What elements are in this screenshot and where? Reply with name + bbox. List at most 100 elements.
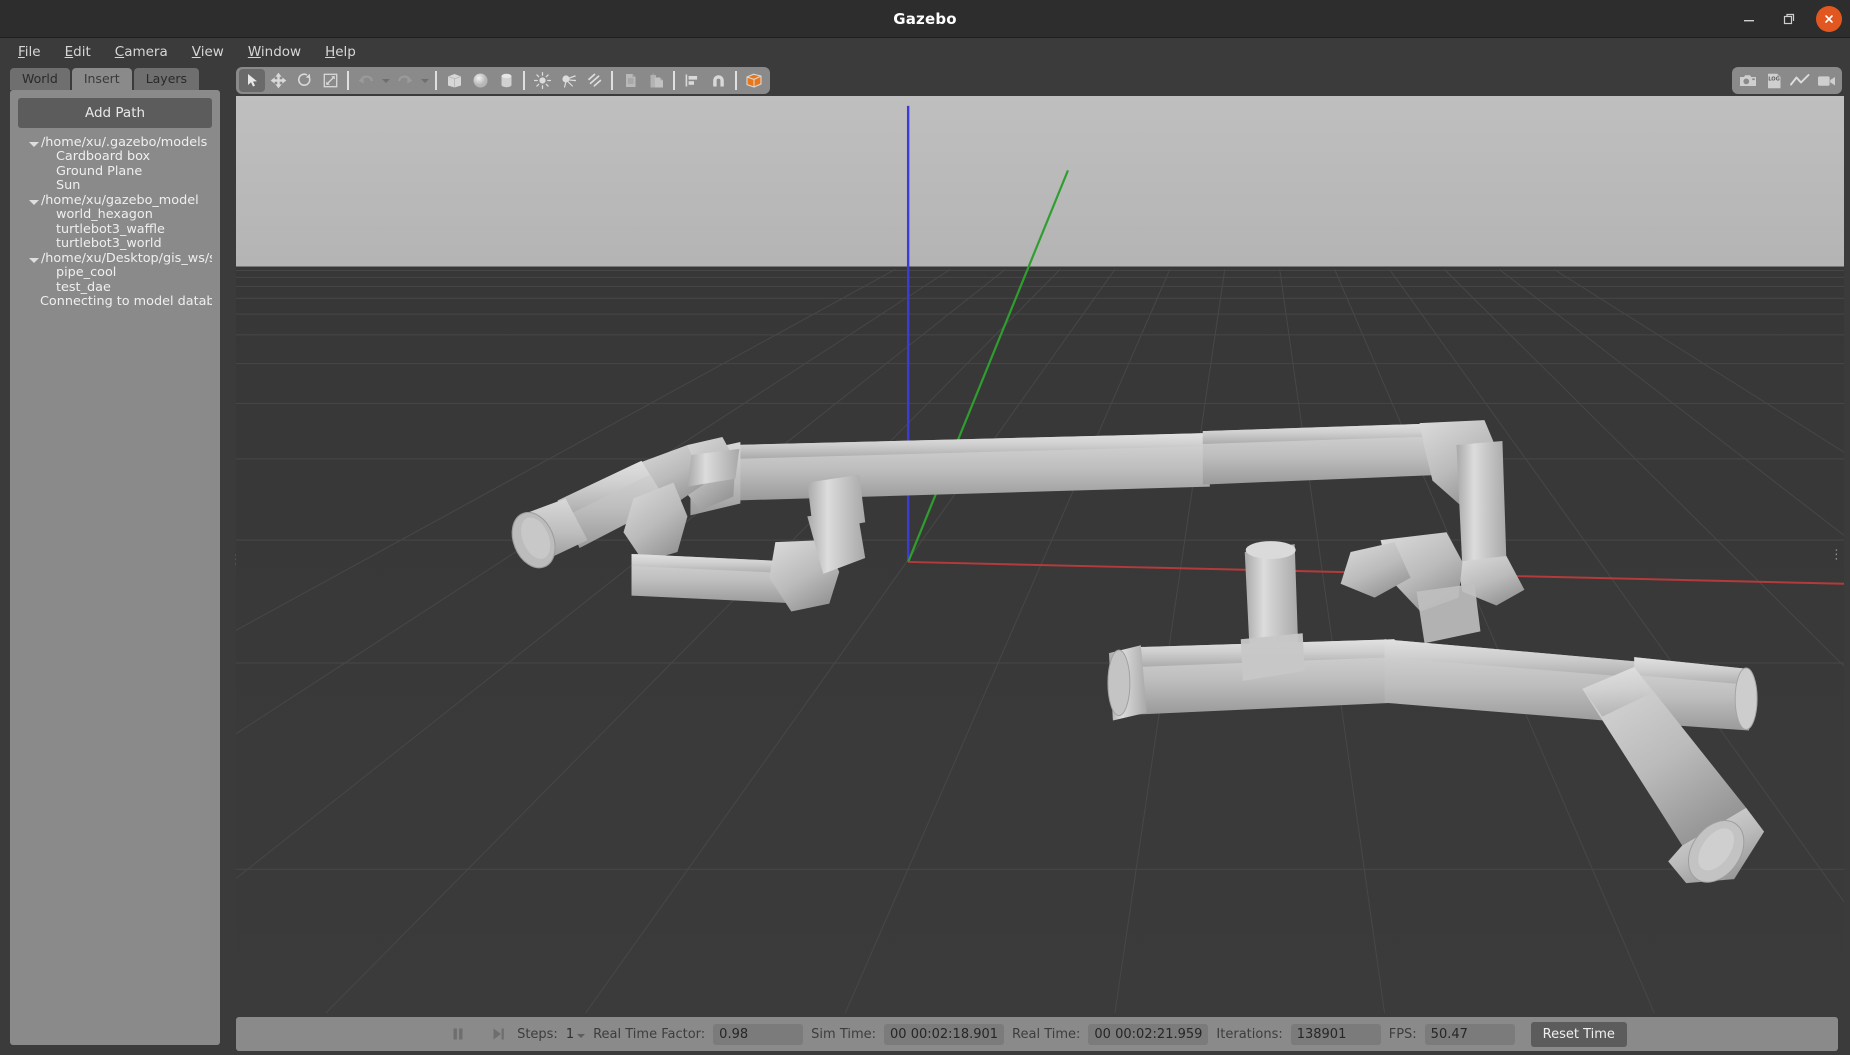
tree-item-test-dae[interactable]: test_dae [18, 281, 212, 296]
gazebo-window: Gazebo File Edit Camera View Window Help… [0, 0, 1850, 1055]
menu-view[interactable]: View [182, 41, 234, 63]
steps-number: 1 [565, 1026, 575, 1042]
toolbar-separator [523, 71, 525, 90]
select-mode-button[interactable] [239, 69, 265, 92]
minimize-button[interactable] [1736, 6, 1762, 32]
tree-item-label: Connecting to model databa... [40, 295, 212, 310]
sim-time-label: Sim Time: [811, 1026, 877, 1042]
close-button[interactable] [1816, 6, 1842, 32]
tree-item-label: test_dae [56, 280, 111, 295]
model-database-status: Connecting to model databa... [18, 295, 212, 311]
menu-camera[interactable]: Camera [105, 41, 178, 63]
toolbar-separator [673, 71, 675, 90]
viewport-grip: ⋮ [1830, 547, 1843, 562]
chevron-down-icon[interactable] [28, 137, 41, 150]
menu-help[interactable]: Help [315, 41, 366, 63]
copy-button[interactable] [617, 69, 643, 92]
tree-item-label: world_hexagon [56, 208, 153, 223]
menu-edit[interactable]: Edit [55, 41, 101, 63]
insert-point-light-button[interactable] [529, 69, 555, 92]
tree-item-label: Sun [56, 179, 81, 194]
log-data-button[interactable]: LOG [1761, 69, 1787, 92]
insert-directional-light-button[interactable] [581, 69, 607, 92]
sim-time-value: 00 00:02:18.901 [884, 1023, 1005, 1045]
insert-sphere-button[interactable] [467, 69, 493, 92]
toolbar-left-group [236, 67, 770, 94]
ground-plane [236, 266, 1844, 1013]
menu-window[interactable]: Window [238, 41, 311, 63]
tree-item-cardboard-box[interactable]: Cardboard box [18, 150, 212, 166]
steps-label: Steps: [517, 1026, 558, 1042]
fps-value: 50.47 [1424, 1023, 1515, 1045]
translate-mode-button[interactable] [265, 69, 291, 92]
redo-button[interactable] [392, 69, 418, 92]
tree-item-turtlebot3-world[interactable]: turtlebot3_world [18, 237, 212, 253]
tree-item-pipe-cool[interactable]: pipe_cool [18, 266, 212, 282]
tab-insert[interactable]: Insert [71, 68, 132, 90]
insert-box-button[interactable] [441, 69, 467, 92]
iterations-label: Iterations: [1216, 1026, 1283, 1042]
tree-item-label: Cardboard box [56, 150, 151, 165]
toolbar-separator [611, 71, 613, 90]
insert-panel: Add Path /home/xu/.gazebo/models Cardboa… [10, 90, 220, 1045]
step-forward-button[interactable] [487, 1023, 509, 1045]
view-angle-button[interactable] [741, 69, 767, 92]
chevron-down-icon[interactable] [28, 195, 41, 208]
svg-text:LOG: LOG [1768, 76, 1780, 82]
reset-time-button[interactable]: Reset Time [1530, 1021, 1627, 1047]
pause-button[interactable] [447, 1023, 469, 1045]
tree-item-turtlebot3-waffle[interactable]: turtlebot3_waffle [18, 223, 212, 238]
3d-viewport[interactable]: ⋮ [236, 96, 1844, 1013]
tree-group[interactable]: /home/xu/.gazebo/models [18, 136, 212, 151]
maximize-button[interactable] [1776, 6, 1802, 32]
tree-group[interactable]: /home/xu/gazebo_model [18, 194, 212, 209]
left-panel: World Insert Layers Add Path /home/xu/.g… [0, 65, 230, 1055]
model-tree: /home/xu/.gazebo/models Cardboard box Gr… [18, 136, 212, 310]
steps-value[interactable]: 1 [565, 1026, 586, 1042]
add-path-button[interactable]: Add Path [18, 98, 212, 128]
align-button[interactable] [679, 69, 705, 92]
plot-window-button[interactable] [1787, 69, 1813, 92]
tree-item-ground-plane[interactable]: Ground Plane [18, 165, 212, 180]
scene-render[interactable] [236, 96, 1844, 1013]
real-time-value: 00 00:02:21.959 [1088, 1023, 1209, 1045]
window-title: Gazebo [893, 9, 957, 28]
insert-spot-light-button[interactable] [555, 69, 581, 92]
tree-item-world-hexagon[interactable]: world_hexagon [18, 208, 212, 224]
paste-button[interactable] [643, 69, 669, 92]
tree-item-label: /home/xu/.gazebo/models [41, 136, 208, 150]
insert-cylinder-button[interactable] [493, 69, 519, 92]
redo-history-dropdown[interactable] [418, 69, 431, 92]
title-bar: Gazebo [0, 0, 1850, 38]
undo-button[interactable] [353, 69, 379, 92]
tree-group[interactable]: /home/xu/Desktop/gis_ws/s... [18, 252, 212, 267]
undo-history-dropdown[interactable] [379, 69, 392, 92]
iterations-value: 138901 [1290, 1023, 1381, 1045]
menu-bar: File Edit Camera View Window Help [0, 38, 1850, 65]
tree-item-label: /home/xu/Desktop/gis_ws/s... [41, 251, 212, 266]
tree-item-sun[interactable]: Sun [18, 179, 212, 195]
menu-file[interactable]: File [8, 41, 51, 63]
chevron-down-icon[interactable] [28, 253, 41, 266]
real-time-factor-label: Real Time Factor: [593, 1026, 706, 1042]
tab-world[interactable]: World [10, 68, 70, 90]
snap-button[interactable] [705, 69, 731, 92]
tree-item-label: turtlebot3_world [56, 237, 162, 252]
main-area: World Insert Layers Add Path /home/xu/.g… [0, 65, 1850, 1055]
rotate-mode-button[interactable] [291, 69, 317, 92]
tree-item-label: Ground Plane [56, 164, 143, 179]
render-toolbar: LOG [236, 65, 1844, 96]
screenshot-button[interactable] [1735, 69, 1761, 92]
real-time-factor-value: 0.98 [713, 1023, 804, 1045]
simulation-status-bar: Steps: 1 Real Time Factor: 0.98 Sim Time… [236, 1017, 1838, 1051]
chevron-down-icon[interactable] [577, 1033, 586, 1038]
toolbar-separator [435, 71, 437, 90]
fps-label: FPS: [1388, 1026, 1417, 1042]
render-column: LOG ⋮ Steps: 1 Real Time Factor: 0.98 Si… [236, 65, 1850, 1055]
toolbar-separator [347, 71, 349, 90]
panel-tabs: World Insert Layers [0, 65, 230, 90]
record-video-button[interactable] [1813, 69, 1839, 92]
tab-layers[interactable]: Layers [133, 68, 200, 90]
scale-mode-button[interactable] [317, 69, 343, 92]
tree-item-label: turtlebot3_waffle [56, 222, 165, 237]
